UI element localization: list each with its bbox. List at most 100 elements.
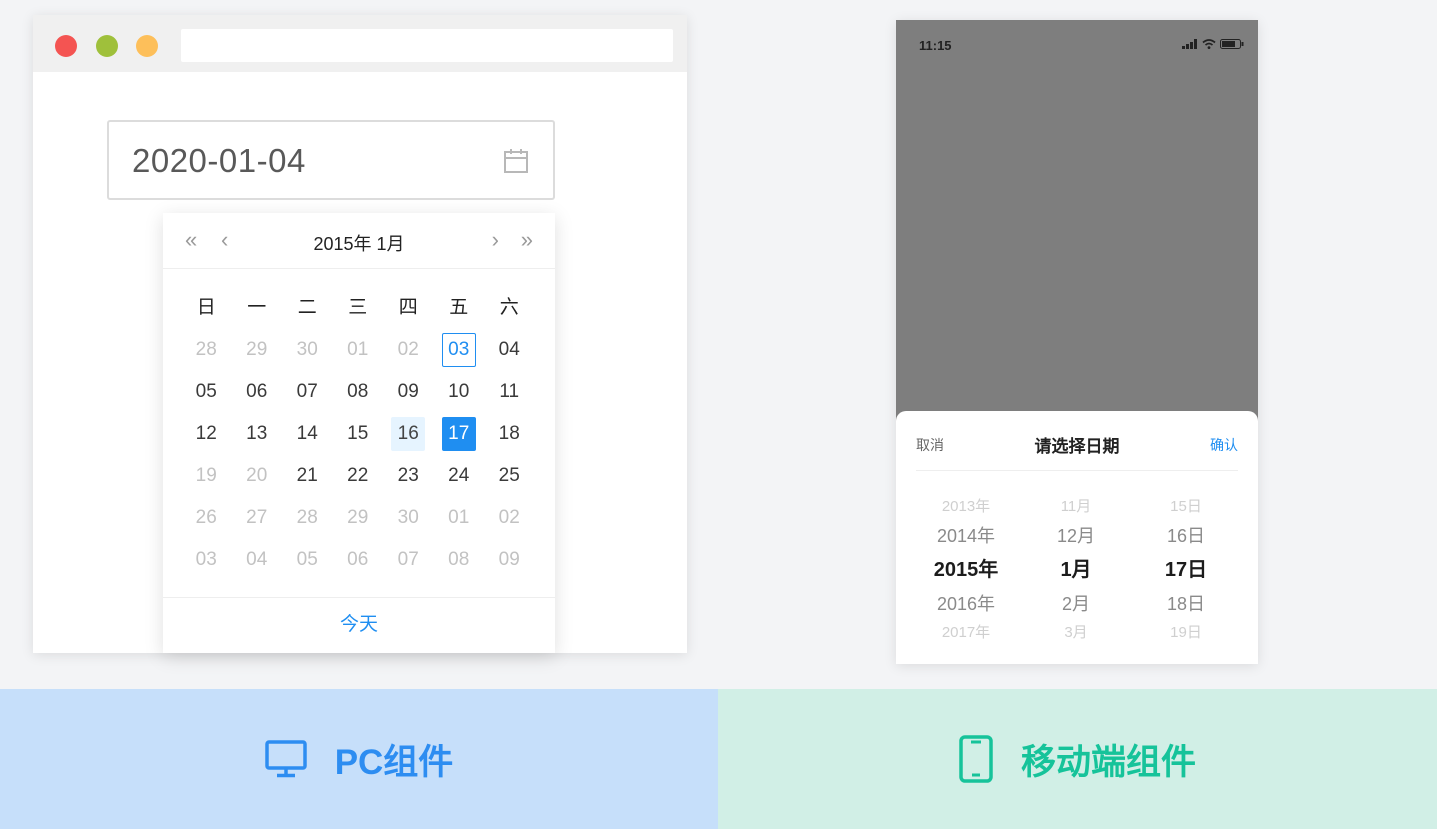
date-input[interactable]: 2020-01-04 — [107, 120, 555, 200]
next-year-button[interactable]: » — [521, 227, 533, 253]
calendar-day[interactable]: 04 — [232, 539, 283, 581]
mobile-component-bar[interactable]: 移动端组件 — [718, 689, 1437, 829]
pc-component-bar[interactable]: PC组件 — [0, 689, 718, 829]
calendar-day[interactable]: 07 — [282, 371, 333, 413]
calendar-day[interactable]: 11 — [484, 371, 535, 413]
calendar-day[interactable]: 18 — [484, 413, 535, 455]
calendar-day-hover[interactable]: 16 — [383, 413, 434, 455]
wheel-option-selected: 2015年 — [933, 559, 999, 581]
wheel-option: 15日 — [1170, 498, 1202, 515]
calendar-day-disabled: 20 — [246, 465, 268, 486]
calendar-day[interactable]: 01 — [434, 497, 485, 539]
mobile-phone-screen: 11:15 取消 请选择日期 确认 2013年 2014年 2015年 2016… — [896, 20, 1258, 664]
calendar-day[interactable]: 05 — [282, 539, 333, 581]
weekday-header: 日 一 二 三 四 五 六 — [181, 287, 537, 329]
year-wheel[interactable]: 2013年 2014年 2015年 2016年 2017年 — [906, 493, 1026, 647]
calendar-day[interactable]: 02 — [383, 329, 434, 371]
month-wheel[interactable]: 11月 12月 1月 2月 3月 — [1016, 493, 1136, 647]
picker-title: 请选择日期 — [1034, 437, 1120, 456]
calendar-day-disabled: 19 — [195, 465, 217, 486]
status-icons — [1182, 39, 1244, 49]
wheel-option: 2017年 — [941, 624, 991, 641]
calendar-week: 28 29 30 01 02 03 04 — [181, 329, 537, 371]
weekday-tue: 二 — [297, 297, 317, 318]
wheel-option: 19日 — [1170, 624, 1202, 641]
address-bar[interactable] — [181, 29, 673, 62]
next-month-button[interactable]: › — [492, 227, 499, 253]
calendar-day[interactable]: 15 — [333, 413, 384, 455]
calendar-day[interactable]: 24 — [434, 455, 485, 497]
calendar-day[interactable]: 28 — [282, 497, 333, 539]
calendar-day[interactable]: 05 — [181, 371, 232, 413]
weekday-wed: 三 — [348, 297, 368, 318]
calendar-day[interactable]: 21 — [282, 455, 333, 497]
calendar-day[interactable]: 23 — [383, 455, 434, 497]
calendar-day[interactable]: 03 — [181, 539, 232, 581]
divider — [916, 470, 1238, 471]
calendar-week: 26 27 28 29 30 01 02 — [181, 497, 537, 539]
calendar-day[interactable]: 10 — [434, 371, 485, 413]
signal-icon — [1182, 39, 1197, 49]
calendar-day[interactable]: 25 — [484, 455, 535, 497]
today-button[interactable]: 今天 — [163, 597, 555, 653]
wheel-option: 2月 — [1061, 594, 1090, 614]
calendar-icon[interactable] — [503, 148, 529, 174]
calendar-day[interactable]: 22 — [333, 455, 384, 497]
minimize-window-button[interactable] — [96, 35, 118, 57]
close-window-button[interactable] — [55, 35, 77, 57]
calendar-day[interactable]: 12 — [181, 413, 232, 455]
calendar-day[interactable]: 06 — [232, 371, 283, 413]
calendar-week: 05 06 07 08 09 10 11 — [181, 371, 537, 413]
calendar-day-selected[interactable]: 17 — [434, 413, 485, 455]
calendar-day[interactable]: 29 — [333, 497, 384, 539]
wifi-icon — [1202, 39, 1216, 49]
wheel-option: 2014年 — [936, 526, 996, 546]
calendar-day[interactable]: 08 — [434, 539, 485, 581]
calendar-dropdown: « ‹ 2015年 1月 › » 日 一 二 三 四 五 六 28 29 30 … — [163, 213, 555, 653]
wheel-option: 2016年 — [936, 594, 996, 614]
calendar-week: 12 13 14 15 16 17 18 — [181, 413, 537, 455]
calendar-day[interactable]: 28 — [181, 329, 232, 371]
battery-icon — [1220, 39, 1244, 49]
calendar-day[interactable]: 09 — [383, 371, 434, 413]
calendar-day[interactable]: 02 — [484, 497, 535, 539]
phone-icon — [959, 735, 993, 783]
wheel-option: 18日 — [1166, 594, 1206, 614]
day-wheel[interactable]: 15日 16日 17日 18日 19日 — [1126, 493, 1246, 647]
calendar-grid: 日 一 二 三 四 五 六 28 29 30 01 02 03 04 05 06… — [181, 287, 537, 581]
weekday-sun: 日 — [196, 297, 216, 318]
date-input-value: 2020-01-04 — [132, 142, 306, 179]
calendar-day[interactable]: 30 — [282, 329, 333, 371]
monitor-icon — [264, 740, 307, 778]
wheel-option-selected: 1月 — [1060, 559, 1092, 581]
weekday-sat: 六 — [499, 297, 519, 318]
calendar-day[interactable]: 29 — [232, 329, 283, 371]
status-time: 11:15 — [919, 38, 952, 53]
calendar-day[interactable]: 13 — [232, 413, 283, 455]
wheel-option: 3月 — [1064, 624, 1088, 641]
calendar-day[interactable]: 14 — [282, 413, 333, 455]
wheel-option: 2013年 — [941, 498, 991, 515]
confirm-button[interactable]: 确认 — [1210, 435, 1238, 455]
weekday-thu: 四 — [398, 297, 418, 318]
calendar-day-today[interactable]: 03 — [434, 329, 485, 371]
wheel-option: 16日 — [1166, 526, 1206, 546]
browser-titlebar — [33, 15, 687, 72]
wheel-option-selected: 17日 — [1164, 559, 1208, 581]
wheel-option: 11月 — [1060, 498, 1092, 515]
calendar-day[interactable]: 26 — [181, 497, 232, 539]
calendar-day[interactable]: 07 — [383, 539, 434, 581]
weekday-fri: 五 — [449, 297, 469, 318]
calendar-day[interactable]: 30 — [383, 497, 434, 539]
maximize-window-button[interactable] — [136, 35, 158, 57]
calendar-day[interactable]: 27 — [232, 497, 283, 539]
calendar-week: 19 20 21 22 23 24 25 — [181, 455, 537, 497]
calendar-day[interactable]: 04 — [484, 329, 535, 371]
calendar-day[interactable]: 09 — [484, 539, 535, 581]
calendar-day[interactable]: 08 — [333, 371, 384, 413]
calendar-day[interactable]: 06 — [333, 539, 384, 581]
calendar-week: 03 04 05 06 07 08 09 — [181, 539, 537, 581]
weekday-mon: 一 — [247, 297, 267, 318]
calendar-header: « ‹ 2015年 1月 › » — [163, 213, 555, 269]
calendar-day[interactable]: 01 — [333, 329, 384, 371]
